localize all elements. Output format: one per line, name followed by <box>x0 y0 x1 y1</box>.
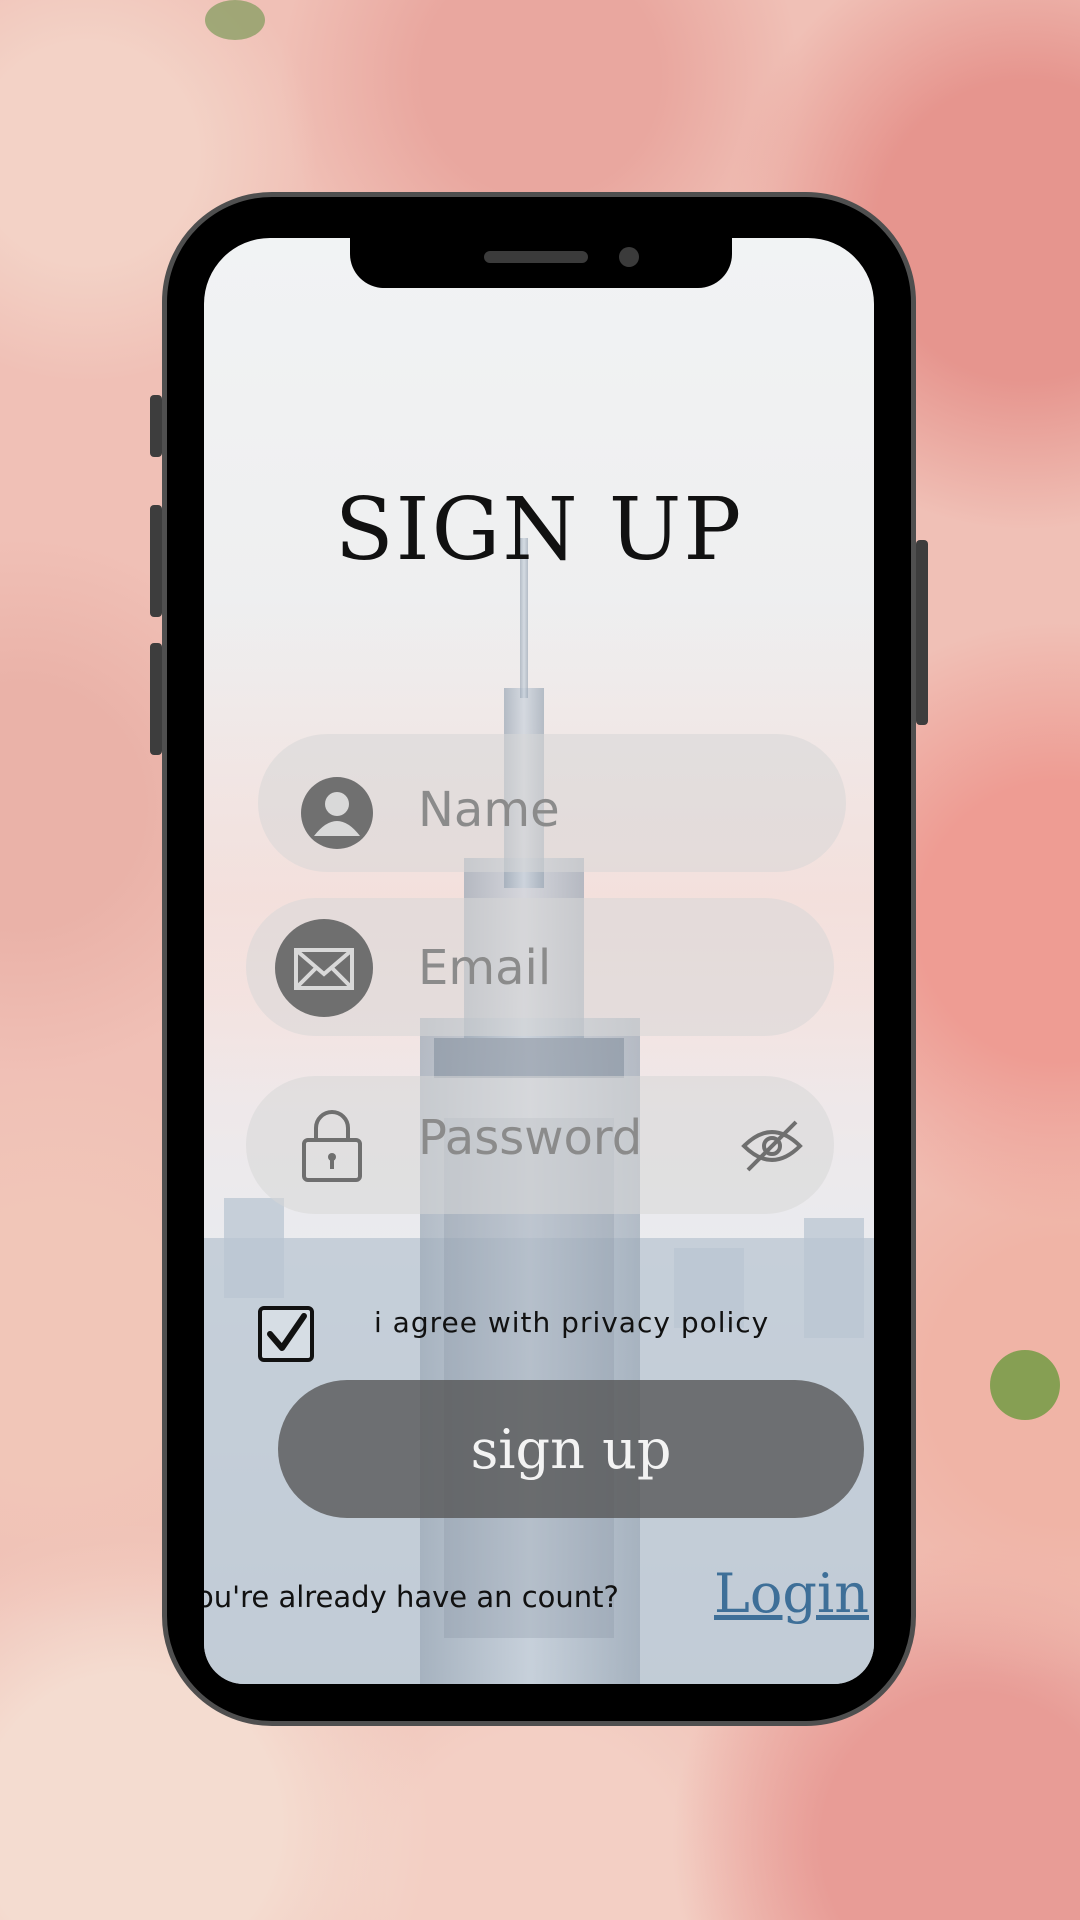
name-field-placeholder: Name <box>418 782 560 838</box>
tower-detail <box>434 1038 624 1078</box>
page-title: SIGN UP <box>334 480 744 580</box>
skyline <box>804 1218 864 1338</box>
phone-camera <box>619 247 639 267</box>
phone-button <box>150 643 162 755</box>
phone-button <box>150 395 162 457</box>
flower-decoration <box>990 1350 1060 1420</box>
have-account-text: ou're already have an count? <box>204 1580 690 1614</box>
privacy-agreement-label[interactable]: i agree with privacy policy <box>374 1306 769 1339</box>
lock-icon <box>300 1104 364 1184</box>
user-icon <box>300 776 374 850</box>
phone-notch <box>350 238 732 288</box>
email-field-placeholder: Email <box>418 940 552 996</box>
mail-icon <box>274 918 374 1018</box>
password-field-placeholder: Password <box>418 1110 643 1166</box>
phone-button <box>916 540 928 725</box>
check-icon <box>267 1313 307 1351</box>
flower-decoration <box>205 0 265 40</box>
have-account-prompt: ou're already have an count? <box>204 1580 619 1614</box>
skyline <box>224 1198 284 1298</box>
sign-up-button-label: sign up <box>470 1418 672 1481</box>
privacy-checkbox[interactable] <box>258 1306 314 1362</box>
phone-speaker <box>484 251 588 263</box>
phone-button <box>150 505 162 617</box>
eye-off-icon[interactable] <box>740 1118 804 1174</box>
login-link[interactable]: Login <box>714 1562 869 1625</box>
